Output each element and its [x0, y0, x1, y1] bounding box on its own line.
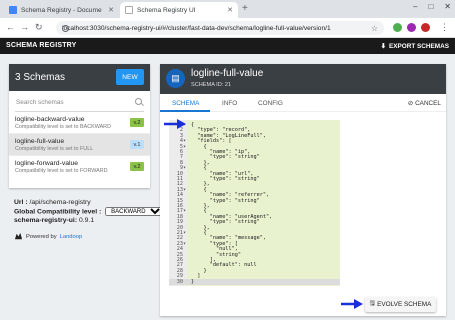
- landoop-logo-icon: [14, 232, 23, 240]
- export-label: EXPORT SCHEMAS: [388, 42, 449, 50]
- download-icon: ⬇: [380, 43, 386, 50]
- version-badge: v.2: [130, 118, 144, 127]
- schema-list-item[interactable]: logline-backward-value Compatibility lev…: [9, 112, 150, 134]
- tab-info[interactable]: INFO: [222, 100, 237, 107]
- close-tab-icon[interactable]: ✕: [108, 6, 114, 14]
- profile-avatar-icon[interactable]: [421, 23, 430, 32]
- tab-title: Schema Registry - Docume: [21, 6, 102, 14]
- new-tab-icon[interactable]: +: [242, 3, 248, 14]
- powered-by-text: Powered by: [26, 233, 57, 240]
- registry-url-row: Url : /api/schema-registry: [14, 198, 164, 207]
- version-badge: v.2: [130, 162, 144, 171]
- search-icon: [135, 98, 142, 105]
- new-schema-button[interactable]: NEW: [116, 69, 144, 85]
- schema-registry-favicon-icon: [125, 6, 133, 14]
- detail-tabs: SCHEMA INFO CONFIG ⊘ CANCEL: [160, 94, 446, 112]
- landoop-link[interactable]: Landoop: [60, 234, 83, 240]
- code-text: }: [191, 278, 195, 285]
- search-schemas-input[interactable]: Search schemas: [15, 95, 144, 112]
- version-badge: v.1: [130, 140, 144, 149]
- extension-icon[interactable]: [393, 23, 402, 32]
- active-tab-indicator: [160, 110, 210, 112]
- maximize-icon[interactable]: □: [428, 2, 433, 11]
- version-label: schema-registry-ui:: [14, 217, 78, 225]
- schemas-list-header: 3 Schemas NEW: [9, 64, 150, 91]
- schema-name: logline-full-value: [15, 138, 65, 145]
- schema-list-item[interactable]: logline-forward-value Compatibility leve…: [9, 156, 150, 178]
- compat-level-select[interactable]: BACKWARD: [105, 207, 165, 216]
- line-number: 30: [176, 278, 183, 285]
- site-info-icon[interactable]: [62, 24, 69, 32]
- tab-schema[interactable]: SCHEMA: [172, 100, 199, 107]
- schema-compat-desc: Compatibility level is set to BACKWARD: [15, 124, 111, 130]
- registry-info: Url : /api/schema-registry Global Compat…: [14, 198, 165, 225]
- tab-config[interactable]: CONFIG: [258, 100, 283, 107]
- schema-title: logline-full-value: [191, 68, 264, 79]
- url-label: Url :: [14, 199, 28, 206]
- address-bar[interactable]: localhost:3030/schema-registry-ui/#/clus…: [56, 21, 384, 35]
- schema-code-editor[interactable]: 1▾{2 "type": "record",3 "name": "LogLine…: [169, 120, 340, 286]
- version-value: 0.9.1: [78, 217, 95, 225]
- schema-compat-desc: Compatibility level is set to FULL: [15, 146, 94, 152]
- browser-toolbar: ← → ↻ localhost:3030/schema-registry-ui/…: [0, 18, 455, 38]
- schema-name: logline-forward-value: [15, 160, 79, 167]
- minimize-icon[interactable]: –: [413, 2, 417, 11]
- schemas-list-panel: 3 Schemas NEW Search schemas logline-bac…: [9, 64, 150, 188]
- window-controls: – □ ✕: [413, 2, 451, 11]
- schema-list-item-selected[interactable]: logline-full-value Compatibility level i…: [9, 134, 150, 156]
- block-icon: ⊘: [407, 100, 414, 107]
- schema-compat-desc: Compatibility level is set to FORWARD: [15, 168, 108, 174]
- cancel-label: CANCEL: [415, 99, 441, 107]
- schema-document-icon: ▤: [166, 69, 185, 88]
- save-icon: 🖫: [369, 300, 376, 307]
- powered-by: Powered by Landoop: [14, 232, 82, 241]
- schema-id: SCHEMA ID: 21: [191, 82, 232, 88]
- schema-name: logline-backward-value: [15, 116, 85, 123]
- ui-version-row: schema-registry-ui: 0.9.1: [14, 216, 164, 225]
- browser-tab-bar: Schema Registry - Docume ✕ Schema Regist…: [0, 0, 455, 18]
- app-brand: SCHEMA REGISTRY: [6, 42, 77, 49]
- browser-tab-docs[interactable]: Schema Registry - Docume ✕: [4, 2, 119, 18]
- bookmark-star-icon[interactable]: ☆: [371, 24, 378, 33]
- export-schemas-button[interactable]: ⬇ EXPORT SCHEMAS: [380, 42, 449, 51]
- close-window-icon[interactable]: ✕: [444, 2, 451, 11]
- close-tab-icon[interactable]: ✕: [227, 6, 233, 14]
- extension-icon[interactable]: [407, 23, 416, 32]
- app-header: SCHEMA REGISTRY ⬇ EXPORT SCHEMAS: [0, 38, 455, 54]
- schema-detail-panel: ▤ logline-full-value SCHEMA ID: 21 SCHEM…: [160, 64, 446, 316]
- code-line: 30}: [169, 278, 340, 285]
- browser-menu-icon[interactable]: ⋮: [440, 22, 449, 33]
- cancel-button[interactable]: ⊘ CANCEL: [407, 99, 441, 108]
- tab-title: Schema Registry UI: [137, 6, 196, 14]
- url-value: /api/schema-registry: [29, 199, 91, 206]
- compat-label: Global Compatibility level :: [14, 208, 102, 216]
- docs-favicon-icon: [9, 6, 17, 14]
- browser-tab-schema-registry[interactable]: Schema Registry UI ✕: [120, 2, 238, 18]
- back-icon[interactable]: ←: [6, 22, 15, 32]
- annotation-arrow-icon: [341, 299, 363, 309]
- global-compat-row: Global Compatibility level : BACKWARD: [14, 207, 165, 216]
- schema-count: 3 Schemas: [15, 72, 66, 83]
- schema-detail-header: ▤ logline-full-value SCHEMA ID: 21: [160, 64, 446, 94]
- reload-icon[interactable]: ↻: [35, 22, 43, 33]
- evolve-schema-button[interactable]: 🖫 EVOLVE SCHEMA: [365, 297, 436, 312]
- evolve-label: EVOLVE SCHEMA: [377, 301, 432, 308]
- url-text: localhost:3030/schema-registry-ui/#/clus…: [62, 24, 331, 32]
- forward-icon[interactable]: →: [20, 22, 29, 32]
- search-placeholder: Search schemas: [16, 99, 64, 106]
- annotation-arrow-icon: [164, 119, 186, 129]
